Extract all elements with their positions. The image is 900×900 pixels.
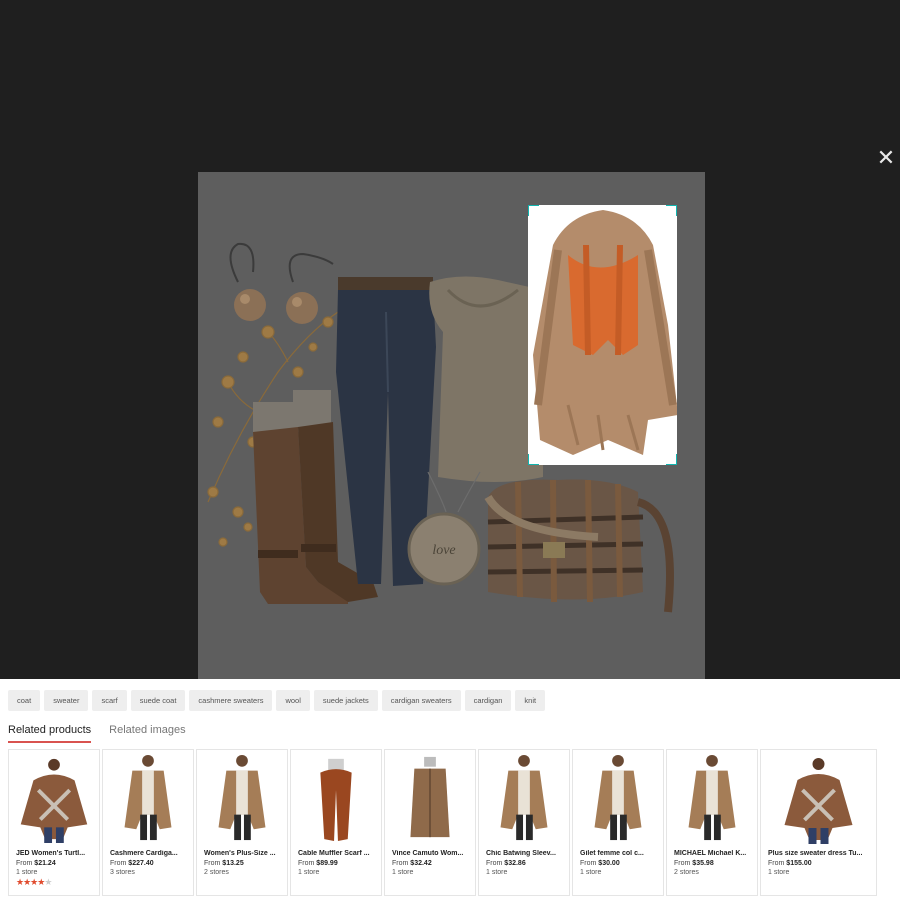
search-chips: coat sweater scarf suede coat cashmere s… — [8, 690, 546, 711]
product-price: From $30.00 — [580, 860, 620, 867]
price-value: $89.99 — [316, 860, 338, 867]
price-from-label: From — [16, 860, 33, 867]
product-list: JED Women's Turtl... From $21.24 1 store ★★… — [8, 749, 877, 896]
chip-wool[interactable]: wool — [276, 690, 310, 711]
product-title[interactable]: Women's Plus-Size ... — [204, 850, 283, 857]
chip-suede-coat[interactable]: suede coat — [130, 690, 186, 711]
product-title[interactable]: Cable Muffler Scarf ... — [298, 850, 377, 857]
price-from-label: From — [580, 860, 597, 867]
price-value: $35.98 — [692, 860, 714, 867]
product-price: From $155.00 — [768, 860, 812, 867]
product-card[interactable]: Plus size sweater dress Tu... From $155.0… — [760, 749, 877, 896]
product-price: From $32.86 — [486, 860, 526, 867]
tab-related-images[interactable]: Related images — [109, 724, 185, 743]
product-card[interactable]: Cable Muffler Scarf ... From $89.99 1 stor… — [290, 749, 382, 896]
selection-box[interactable] — [528, 205, 677, 465]
product-stores: 2 stores — [204, 869, 229, 876]
price-from-label: From — [204, 860, 221, 867]
price-from-label: From — [110, 860, 127, 867]
product-stores: 1 store — [768, 869, 790, 876]
product-card[interactable]: JED Women's Turtl... From $21.24 1 store ★★… — [8, 749, 100, 896]
price-value: $227.40 — [128, 860, 154, 867]
product-stores: 1 store — [580, 869, 602, 876]
results-panel: coat sweater scarf suede coat cashmere s… — [0, 679, 900, 900]
product-price: From $32.42 — [392, 860, 432, 867]
product-title[interactable]: Gilet femme col c... — [580, 850, 659, 857]
product-price: From $13.25 — [204, 860, 244, 867]
selection-corner-bottom-left[interactable] — [528, 454, 539, 465]
product-image[interactable] — [479, 750, 569, 846]
price-value: $32.42 — [410, 860, 432, 867]
price-from-label: From — [768, 860, 785, 867]
product-image[interactable] — [103, 750, 193, 846]
selection-corner-top-right[interactable] — [666, 205, 677, 216]
product-price: From $21.24 — [16, 860, 56, 867]
chip-coat[interactable]: coat — [8, 690, 41, 711]
chip-cardigan[interactable]: cardigan — [464, 690, 512, 711]
product-image[interactable] — [385, 750, 475, 846]
product-price: From $227.40 — [110, 860, 154, 867]
price-from-label: From — [392, 860, 409, 867]
product-image[interactable] — [573, 750, 663, 846]
product-stores: 1 store — [392, 869, 414, 876]
price-from-label: From — [298, 860, 315, 867]
product-title[interactable]: Chic Batwing Sleev... — [486, 850, 565, 857]
results-tabs: Related products Related images — [8, 724, 186, 743]
selected-cardigan-image — [533, 210, 677, 455]
rating-stars: ★★★★★ — [16, 877, 52, 888]
product-stores: 1 store — [486, 869, 508, 876]
chip-cardigan-sweaters[interactable]: cardigan sweaters — [381, 690, 461, 711]
product-stores: 1 store — [298, 869, 320, 876]
product-stores: 2 stores — [674, 869, 699, 876]
price-value: $155.00 — [786, 860, 812, 867]
product-card[interactable]: Women's Plus-Size ... From $13.25 2 stores — [196, 749, 288, 896]
product-price: From $35.98 — [674, 860, 714, 867]
product-image[interactable] — [761, 750, 876, 846]
product-title[interactable]: Plus size sweater dress Tu... — [768, 850, 872, 857]
close-icon[interactable]: ✕ — [876, 147, 896, 169]
price-from-label: From — [674, 860, 691, 867]
price-value: $13.25 — [222, 860, 244, 867]
product-title[interactable]: MICHAEL Michael K... — [674, 850, 753, 857]
product-card[interactable]: Vince Camuto Wom... From $32.42 1 store — [384, 749, 476, 896]
top — [429, 276, 543, 482]
product-price: From $89.99 — [298, 860, 338, 867]
chip-cashmere-sweaters[interactable]: cashmere sweaters — [189, 690, 273, 711]
product-card[interactable]: Cashmere Cardiga... From $227.40 3 stores — [102, 749, 194, 896]
tab-related-products[interactable]: Related products — [8, 724, 92, 743]
selection-corner-bottom-right[interactable] — [666, 454, 677, 465]
product-card[interactable]: Gilet femme col c... From $30.00 1 store — [572, 749, 664, 896]
product-title[interactable]: Cashmere Cardiga... — [110, 850, 189, 857]
price-value: $21.24 — [34, 860, 56, 867]
product-card[interactable]: Chic Batwing Sleev... From $32.86 1 store — [478, 749, 570, 896]
product-image[interactable] — [667, 750, 757, 846]
product-stores: 3 stores — [110, 869, 135, 876]
selection-corner-top-left[interactable] — [528, 205, 539, 216]
price-from-label: From — [486, 860, 503, 867]
product-image[interactable] — [197, 750, 287, 846]
plaid-bag — [484, 479, 674, 613]
pendant-text: love — [432, 543, 455, 558]
product-card[interactable]: MICHAEL Michael K... From $35.98 2 stores — [666, 749, 758, 896]
price-value: $32.86 — [504, 860, 526, 867]
price-value: $30.00 — [598, 860, 620, 867]
product-title[interactable]: Vince Camuto Wom... — [392, 850, 471, 857]
chip-suede-jackets[interactable]: suede jackets — [313, 690, 378, 711]
earrings — [229, 242, 334, 324]
product-image[interactable] — [291, 750, 381, 846]
product-title[interactable]: JED Women's Turtl... — [16, 850, 95, 857]
product-image[interactable] — [9, 750, 99, 846]
chip-knit[interactable]: knit — [515, 690, 546, 711]
chip-sweater[interactable]: sweater — [44, 690, 89, 711]
chip-scarf[interactable]: scarf — [92, 690, 127, 711]
product-stores: 1 store — [16, 869, 38, 876]
star-icon: ★ — [44, 877, 52, 887]
